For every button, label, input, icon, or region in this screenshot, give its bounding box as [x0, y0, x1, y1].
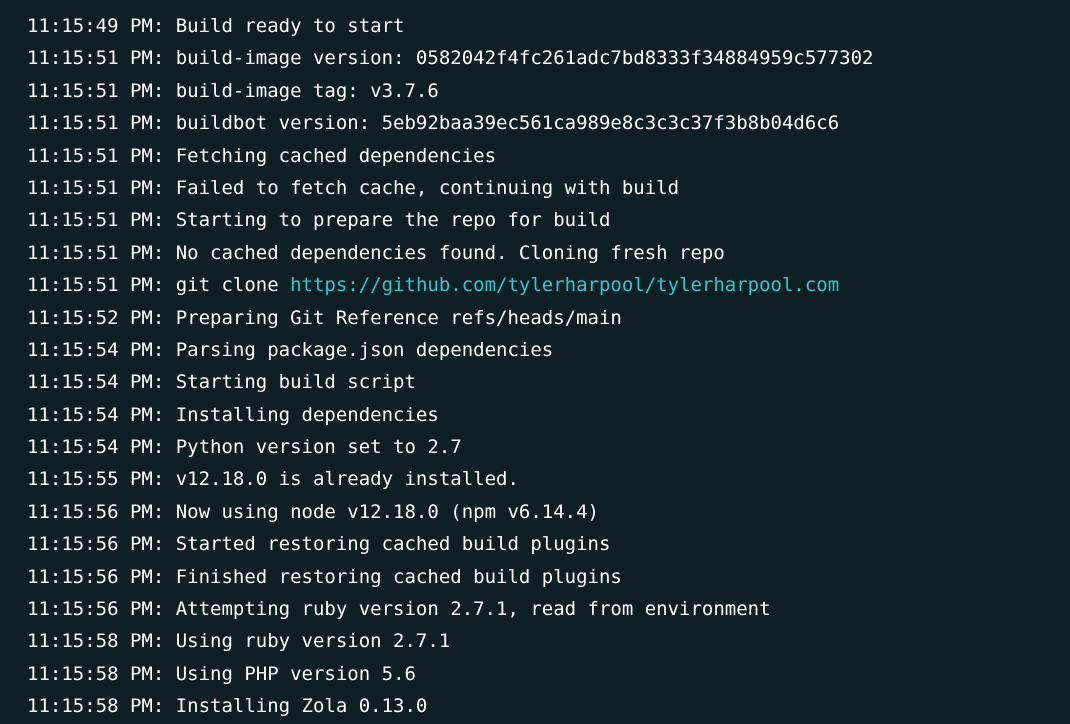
log-timestamp: 11:15:56 PM: — [27, 565, 176, 588]
log-line: 11:15:54 PM: Installing dependencies — [27, 399, 1070, 431]
log-line: 11:15:54 PM: Python version set to 2.7 — [27, 431, 1070, 463]
log-timestamp: 11:15:54 PM: — [27, 436, 176, 459]
log-message: build-image tag: v3.7.6 — [175, 79, 439, 102]
log-line: 11:15:55 PM: v12.18.0 is already install… — [27, 463, 1070, 495]
log-line: 11:15:58 PM: Using ruby version 2.7.1 — [27, 625, 1070, 657]
log-timestamp: 11:15:49 PM: — [27, 15, 176, 37]
log-line: 11:15:51 PM: Starting to prepare the rep… — [27, 204, 1070, 236]
log-line: 11:15:51 PM: build-image tag: v3.7.6 — [27, 75, 1070, 107]
log-line: 11:15:51 PM: buildbot version: 5eb92baa3… — [27, 107, 1070, 139]
log-timestamp: 11:15:51 PM: — [27, 144, 176, 167]
log-message: Fetching cached dependencies — [175, 144, 497, 167]
log-line: 11:15:58 PM: Installing Zola 0.13.0 — [27, 690, 1070, 722]
log-message: Preparing Git Reference refs/heads/main — [175, 306, 622, 329]
log-message: Finished restoring cached build plugins — [175, 565, 622, 588]
log-timestamp: 11:15:54 PM: — [27, 338, 176, 361]
log-message: Attempting ruby version 2.7.1, read from… — [175, 598, 771, 621]
log-message: v12.18.0 is already installed. — [175, 468, 519, 491]
log-timestamp: 11:15:58 PM: — [27, 630, 176, 653]
log-line: 11:15:51 PM: No cached dependencies foun… — [27, 237, 1070, 269]
log-message: Now using node v12.18.0 (npm v6.14.4) — [175, 500, 599, 523]
log-timestamp: 11:15:58 PM: — [27, 662, 176, 685]
log-timestamp: 11:15:51 PM: — [27, 176, 176, 199]
log-timestamp: 11:15:51 PM: — [27, 241, 176, 264]
log-line: 11:15:51 PM: build-image version: 058204… — [27, 42, 1070, 74]
log-message: Failed to fetch cache, continuing with b… — [175, 176, 680, 199]
log-timestamp: 11:15:54 PM: — [27, 371, 176, 394]
log-line: 11:15:58 PM: Using PHP version 5.6 — [27, 658, 1070, 690]
log-timestamp: 11:15:52 PM: — [27, 306, 176, 329]
log-timestamp: 11:15:51 PM: — [27, 79, 176, 102]
log-line: 11:15:56 PM: Finished restoring cached b… — [27, 561, 1070, 593]
deploy-log: 11:15:49 PM: Build ready to start 11:15:… — [0, 0, 1070, 724]
log-line: 11:15:54 PM: Starting build script — [27, 366, 1070, 398]
log-message: Python version set to 2.7 — [175, 436, 462, 459]
log-timestamp: 11:15:55 PM: — [27, 468, 176, 491]
log-message: Using PHP version 5.6 — [175, 662, 416, 685]
log-message: Using ruby version 2.7.1 — [175, 630, 451, 653]
log-line: 11:15:56 PM: Attempting ruby version 2.7… — [27, 593, 1070, 625]
log-message: build-image version: 0582042f4fc261adc7b… — [175, 47, 874, 70]
log-line: 11:15:51 PM: Failed to fetch cache, cont… — [27, 172, 1070, 204]
log-timestamp: 11:15:51 PM: — [27, 274, 176, 297]
log-message: Started restoring cached build plugins — [175, 533, 611, 556]
log-timestamp: 11:15:56 PM: — [27, 533, 176, 556]
log-message: git clone — [175, 274, 291, 297]
log-timestamp: 11:15:51 PM: — [27, 47, 176, 70]
log-line: 11:15:51 PM: git clone https://github.co… — [27, 269, 1070, 301]
log-message: Installing dependencies — [175, 403, 439, 426]
log-message: Parsing package.json dependencies — [175, 338, 554, 361]
log-line: 11:15:51 PM: Fetching cached dependencie… — [27, 140, 1070, 172]
log-message: Starting to prepare the repo for build — [175, 209, 611, 232]
log-message: Build ready to start — [175, 15, 405, 37]
log-message: buildbot version: 5eb92baa39ec561ca989e8… — [175, 112, 840, 135]
log-timestamp: 11:15:56 PM: — [27, 598, 176, 621]
log-timestamp: 11:15:51 PM: — [27, 112, 176, 135]
log-timestamp: 11:15:51 PM: — [27, 209, 176, 232]
log-message: Installing Zola 0.13.0 — [175, 695, 428, 718]
log-timestamp: 11:15:54 PM: — [27, 403, 176, 426]
log-timestamp: 11:15:56 PM: — [27, 500, 176, 523]
log-line: 11:15:56 PM: Started restoring cached bu… — [27, 528, 1070, 560]
log-line: 11:15:52 PM: Preparing Git Reference ref… — [27, 302, 1070, 334]
log-timestamp: 11:15:58 PM: — [27, 695, 176, 718]
log-message: Starting build script — [175, 371, 416, 394]
log-line: 11:15:54 PM: Parsing package.json depend… — [27, 334, 1070, 366]
repo-link[interactable]: https://github.com/tylerharpool/tylerhar… — [290, 274, 839, 296]
log-line: 11:15:56 PM: Now using node v12.18.0 (np… — [27, 496, 1070, 528]
log-message: No cached dependencies found. Cloning fr… — [175, 241, 725, 264]
log-line: 11:15:49 PM: Build ready to start — [27, 10, 1070, 42]
